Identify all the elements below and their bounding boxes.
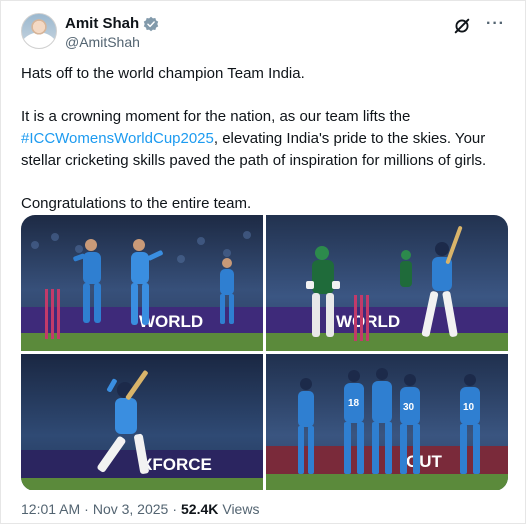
verified-badge-icon xyxy=(143,16,159,31)
photo-team-huddle[interactable]: OUT 18 30 10 xyxy=(266,354,508,490)
author-name-row: Amit Shah xyxy=(65,15,159,32)
jersey-number-2: 30 xyxy=(403,402,415,413)
tweet-line-1: Hats off to the world champion Team Indi… xyxy=(21,65,305,82)
banner-text-4: OUT xyxy=(406,452,443,471)
hashtag-link[interactable]: #ICCWomensWorldCup2025 xyxy=(21,130,214,147)
media-grid: WORLD XFORCE OUT 18 30 10 xyxy=(21,215,508,491)
tweet-header: Amit Shah @AmitShah ··· xyxy=(21,13,511,53)
tweet-line-2: It is a crowning moment for the nation, … xyxy=(21,106,511,172)
views-label: Views xyxy=(222,501,260,517)
meta-separator: · xyxy=(172,501,177,517)
views-count: 52.4K xyxy=(181,501,219,517)
photo-celebration[interactable]: WORLD xyxy=(21,215,263,351)
more-options-icon[interactable]: ··· xyxy=(486,15,505,33)
avatar[interactable] xyxy=(21,13,57,49)
photo-batting[interactable]: WORLD xyxy=(266,215,508,351)
post-time[interactable]: 12:01 AM xyxy=(21,501,80,517)
tweet-line-2-start: It is a crowning moment for the nation, … xyxy=(21,108,411,125)
meta-separator: · xyxy=(84,501,89,517)
tweet-line-3: Congratulations to the entire team. xyxy=(21,195,252,212)
jersey-number-1: 18 xyxy=(348,398,360,409)
author-display-name[interactable]: Amit Shah xyxy=(65,15,139,32)
banner-text-3: XFORCE xyxy=(141,455,212,474)
photo-batter-celebration[interactable]: XFORCE xyxy=(21,354,263,490)
jersey-number-3: 10 xyxy=(463,402,475,413)
grok-icon[interactable] xyxy=(453,17,471,35)
tweet-text: Hats off to the world champion Team Indi… xyxy=(21,63,511,215)
tweet-meta: 12:01 AM · Nov 3, 2025 · 52.4K Views xyxy=(21,501,259,517)
author-handle[interactable]: @AmitShah xyxy=(65,34,140,50)
tweet-card: Amit Shah @AmitShah ··· Hats off to the … xyxy=(0,0,526,524)
post-date[interactable]: Nov 3, 2025 xyxy=(93,501,169,517)
